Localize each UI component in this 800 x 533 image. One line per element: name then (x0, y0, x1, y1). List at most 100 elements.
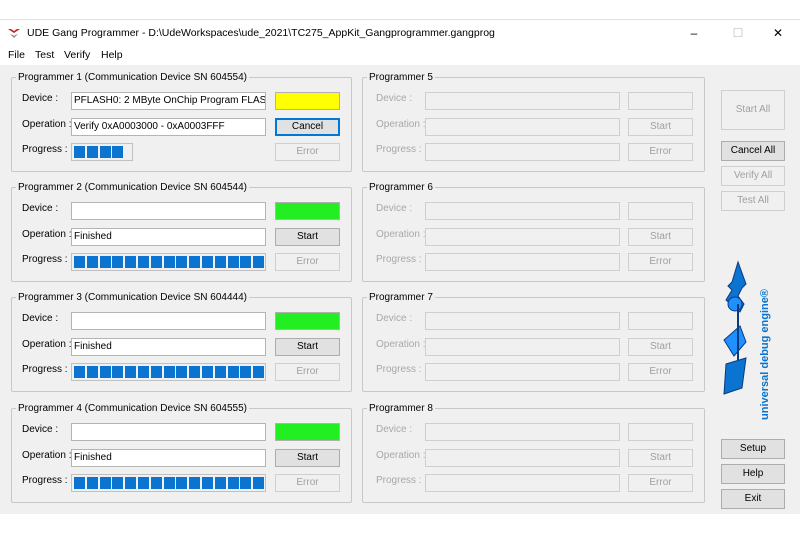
progress-segment (202, 366, 213, 378)
progress-segment (112, 477, 124, 489)
programmer-6-status-indicator (628, 202, 693, 220)
progress-segment (253, 477, 265, 489)
programmer-2-legend: Programmer 2 (Communication Device SN 60… (18, 182, 247, 193)
programmer-3-device-field (71, 312, 266, 330)
maximize-button[interactable]: ☐ (716, 20, 760, 46)
operation-label: Operation : (376, 339, 426, 350)
menu-test[interactable]: Test (35, 49, 54, 61)
programmer-5-device-field (425, 92, 620, 110)
device-label: Device : (22, 93, 59, 104)
programmer-6-start-button[interactable]: Start (628, 228, 693, 246)
programmer-4-group: Programmer 4 (Communication Device SN 60… (11, 403, 352, 503)
programmer-7-device-field (425, 312, 620, 330)
progress-segment (202, 477, 213, 489)
operation-label: Operation : (22, 339, 72, 350)
progress-segment (86, 366, 98, 378)
programmer-5-start-button[interactable]: Start (628, 118, 693, 136)
progress-label: Progress : (376, 475, 422, 486)
programmer-7-error-button[interactable]: Error (628, 363, 693, 381)
progress-segment (125, 256, 137, 268)
title-bar: UDE Gang Programmer - D:\UdeWorkspaces\u… (0, 20, 800, 46)
progress-segment (240, 366, 252, 378)
progress-segment (163, 477, 175, 489)
device-label: Device : (22, 424, 59, 435)
programmer-4-error-button[interactable]: Error (275, 474, 340, 492)
programmer-6-device-field (425, 202, 620, 220)
cancel-all-button[interactable]: Cancel All (721, 141, 785, 161)
progress-segment (74, 256, 85, 268)
progress-segment (240, 477, 252, 489)
close-button[interactable]: ✕ (756, 20, 800, 46)
programmer-6-error-button[interactable]: Error (628, 253, 693, 271)
programmer-8-error-button[interactable]: Error (628, 474, 693, 492)
menu-verify[interactable]: Verify (64, 49, 90, 61)
operation-label: Operation : (22, 119, 72, 130)
programmer-8-status-indicator (628, 423, 693, 441)
programmer-1-cancel-button[interactable]: Cancel (275, 118, 340, 136)
progress-segment (138, 256, 149, 268)
programmer-7-start-button[interactable]: Start (628, 338, 693, 356)
programmer-2-operation-field: Finished (71, 228, 266, 246)
programmer-8-start-button[interactable]: Start (628, 449, 693, 467)
programmer-8-group: Programmer 8 Device : Operation : Start … (362, 403, 705, 503)
programmer-5-group: Programmer 5 Device : Operation : Start … (362, 72, 705, 172)
programmer-4-status-indicator (275, 423, 340, 441)
device-label: Device : (376, 424, 413, 435)
programmer-2-error-button[interactable]: Error (275, 253, 340, 271)
programmer-3-start-button[interactable]: Start (275, 338, 340, 356)
setup-button[interactable]: Setup (721, 439, 785, 459)
programmer-5-progress-bar (425, 143, 620, 161)
programmer-1-progress-bar (71, 143, 133, 161)
programmer-5-status-indicator (628, 92, 693, 110)
programmer-1-status-indicator (275, 92, 340, 110)
menu-file[interactable]: File (8, 49, 25, 61)
progress-segment (74, 477, 85, 489)
operation-label: Operation : (22, 450, 72, 461)
programmer-8-operation-field (425, 449, 620, 467)
progress-segment (227, 366, 239, 378)
programmer-2-start-button[interactable]: Start (275, 228, 340, 246)
programmer-3-group: Programmer 3 (Communication Device SN 60… (11, 292, 352, 392)
programmer-7-progress-bar (425, 363, 620, 381)
programmer-6-operation-field (425, 228, 620, 246)
progress-segment (253, 366, 265, 378)
progress-segment (214, 477, 226, 489)
progress-segment (99, 146, 111, 158)
progress-segment (86, 256, 98, 268)
programmer-5-operation-field (425, 118, 620, 136)
progress-segment (99, 256, 111, 268)
progress-label: Progress : (22, 364, 68, 375)
progress-segment (163, 256, 175, 268)
programmer-5-legend: Programmer 5 (369, 72, 433, 83)
menu-help[interactable]: Help (101, 49, 123, 61)
progress-segment (163, 366, 175, 378)
operation-label: Operation : (376, 450, 426, 461)
progress-label: Progress : (376, 364, 422, 375)
app-window: UDE Gang Programmer - D:\UdeWorkspaces\u… (0, 19, 800, 530)
progress-segment (176, 366, 188, 378)
progress-segment (240, 256, 252, 268)
progress-segment (74, 146, 85, 158)
minimize-button[interactable]: – (672, 20, 716, 46)
programmer-1-operation-field: Verify 0xA0003000 - 0xA0003FFF (71, 118, 266, 136)
device-label: Device : (376, 93, 413, 104)
help-button[interactable]: Help (721, 464, 785, 484)
progress-segment (112, 256, 124, 268)
progress-label: Progress : (22, 475, 68, 486)
programmer-4-start-button[interactable]: Start (275, 449, 340, 467)
progress-segment (189, 477, 201, 489)
progress-segment (112, 366, 124, 378)
programmer-2-progress-bar (71, 253, 266, 271)
programmer-7-legend: Programmer 7 (369, 292, 433, 303)
programmer-3-error-button[interactable]: Error (275, 363, 340, 381)
exit-button[interactable]: Exit (721, 489, 785, 509)
progress-segment (202, 256, 213, 268)
progress-segment (125, 366, 137, 378)
ude-logo: universal debug engine® (723, 260, 771, 420)
programmer-5-error-button[interactable]: Error (628, 143, 693, 161)
progress-label: Progress : (22, 254, 68, 265)
programmer-1-error-button[interactable]: Error (275, 143, 340, 161)
start-all-button[interactable]: Start All (721, 90, 785, 130)
test-all-button[interactable]: Test All (721, 191, 785, 211)
verify-all-button[interactable]: Verify All (721, 166, 785, 186)
